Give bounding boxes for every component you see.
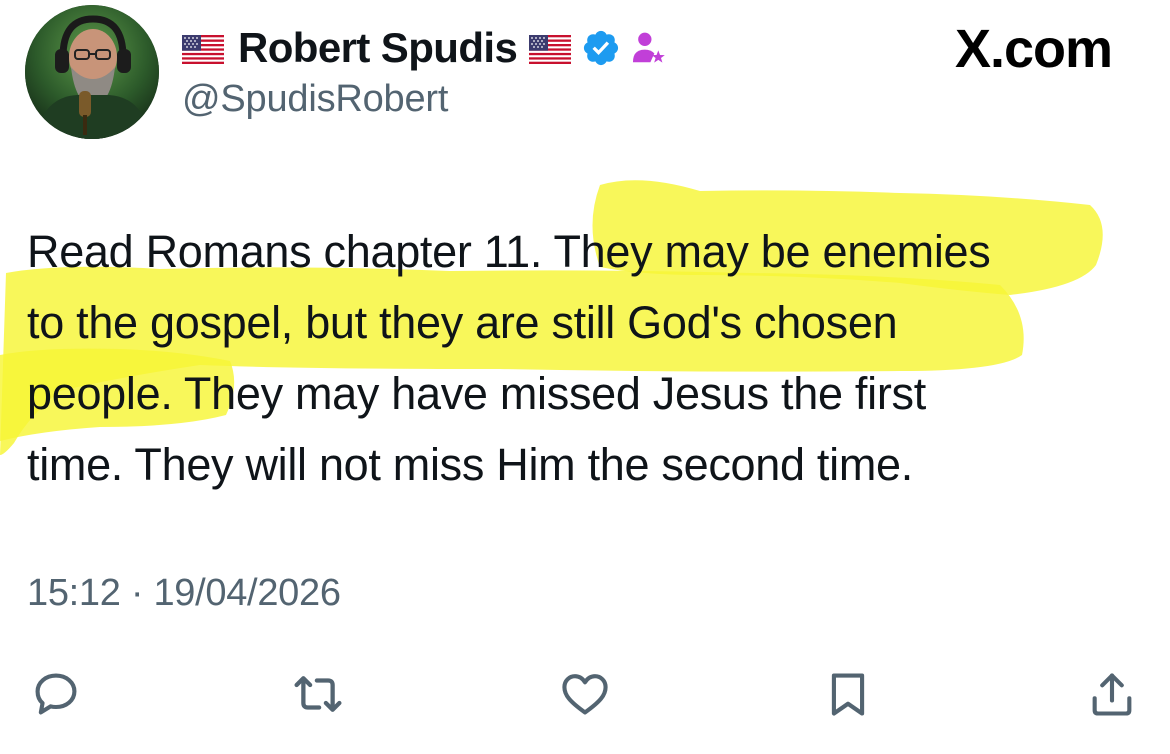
tweet-text-line: to the gospel, but they are still God's …: [27, 297, 898, 348]
avatar-photo: [25, 5, 159, 139]
author-name-row: Robert Spudis: [182, 20, 667, 76]
us-flag-icon: [529, 34, 572, 64]
tweet-action-bar: [0, 664, 1170, 734]
us-flag-icon: [182, 34, 224, 64]
tweet-text-line: Read Romans chapter 11. They may be enem…: [27, 226, 991, 277]
author-handle[interactable]: @SpudisRobert: [182, 78, 448, 121]
like-icon: [562, 674, 608, 715]
reply-button[interactable]: [26, 664, 86, 724]
tweet-text-line: time. They will not miss Him the second …: [27, 439, 913, 490]
share-icon: [1092, 673, 1132, 716]
verified-badge-icon: [581, 28, 621, 68]
share-button[interactable]: [1082, 664, 1142, 724]
avatar[interactable]: [25, 5, 159, 139]
retweet-button[interactable]: [288, 664, 348, 724]
affiliate-person-icon: [629, 28, 667, 68]
retweet-icon: [294, 676, 342, 712]
author-display-name[interactable]: Robert Spudis: [238, 24, 518, 72]
tweet-text: Read Romans chapter 11. They may be enem…: [27, 216, 1137, 500]
bookmark-icon: [831, 673, 865, 716]
tweet-text-line: people. They may have missed Jesus the f…: [27, 368, 926, 419]
site-watermark: X.com: [954, 19, 1113, 79]
like-button[interactable]: [555, 664, 615, 724]
tweet-timestamp[interactable]: 15:12 · 19/04/2026: [27, 572, 341, 615]
bookmark-button[interactable]: [818, 664, 878, 724]
reply-icon: [35, 673, 77, 715]
